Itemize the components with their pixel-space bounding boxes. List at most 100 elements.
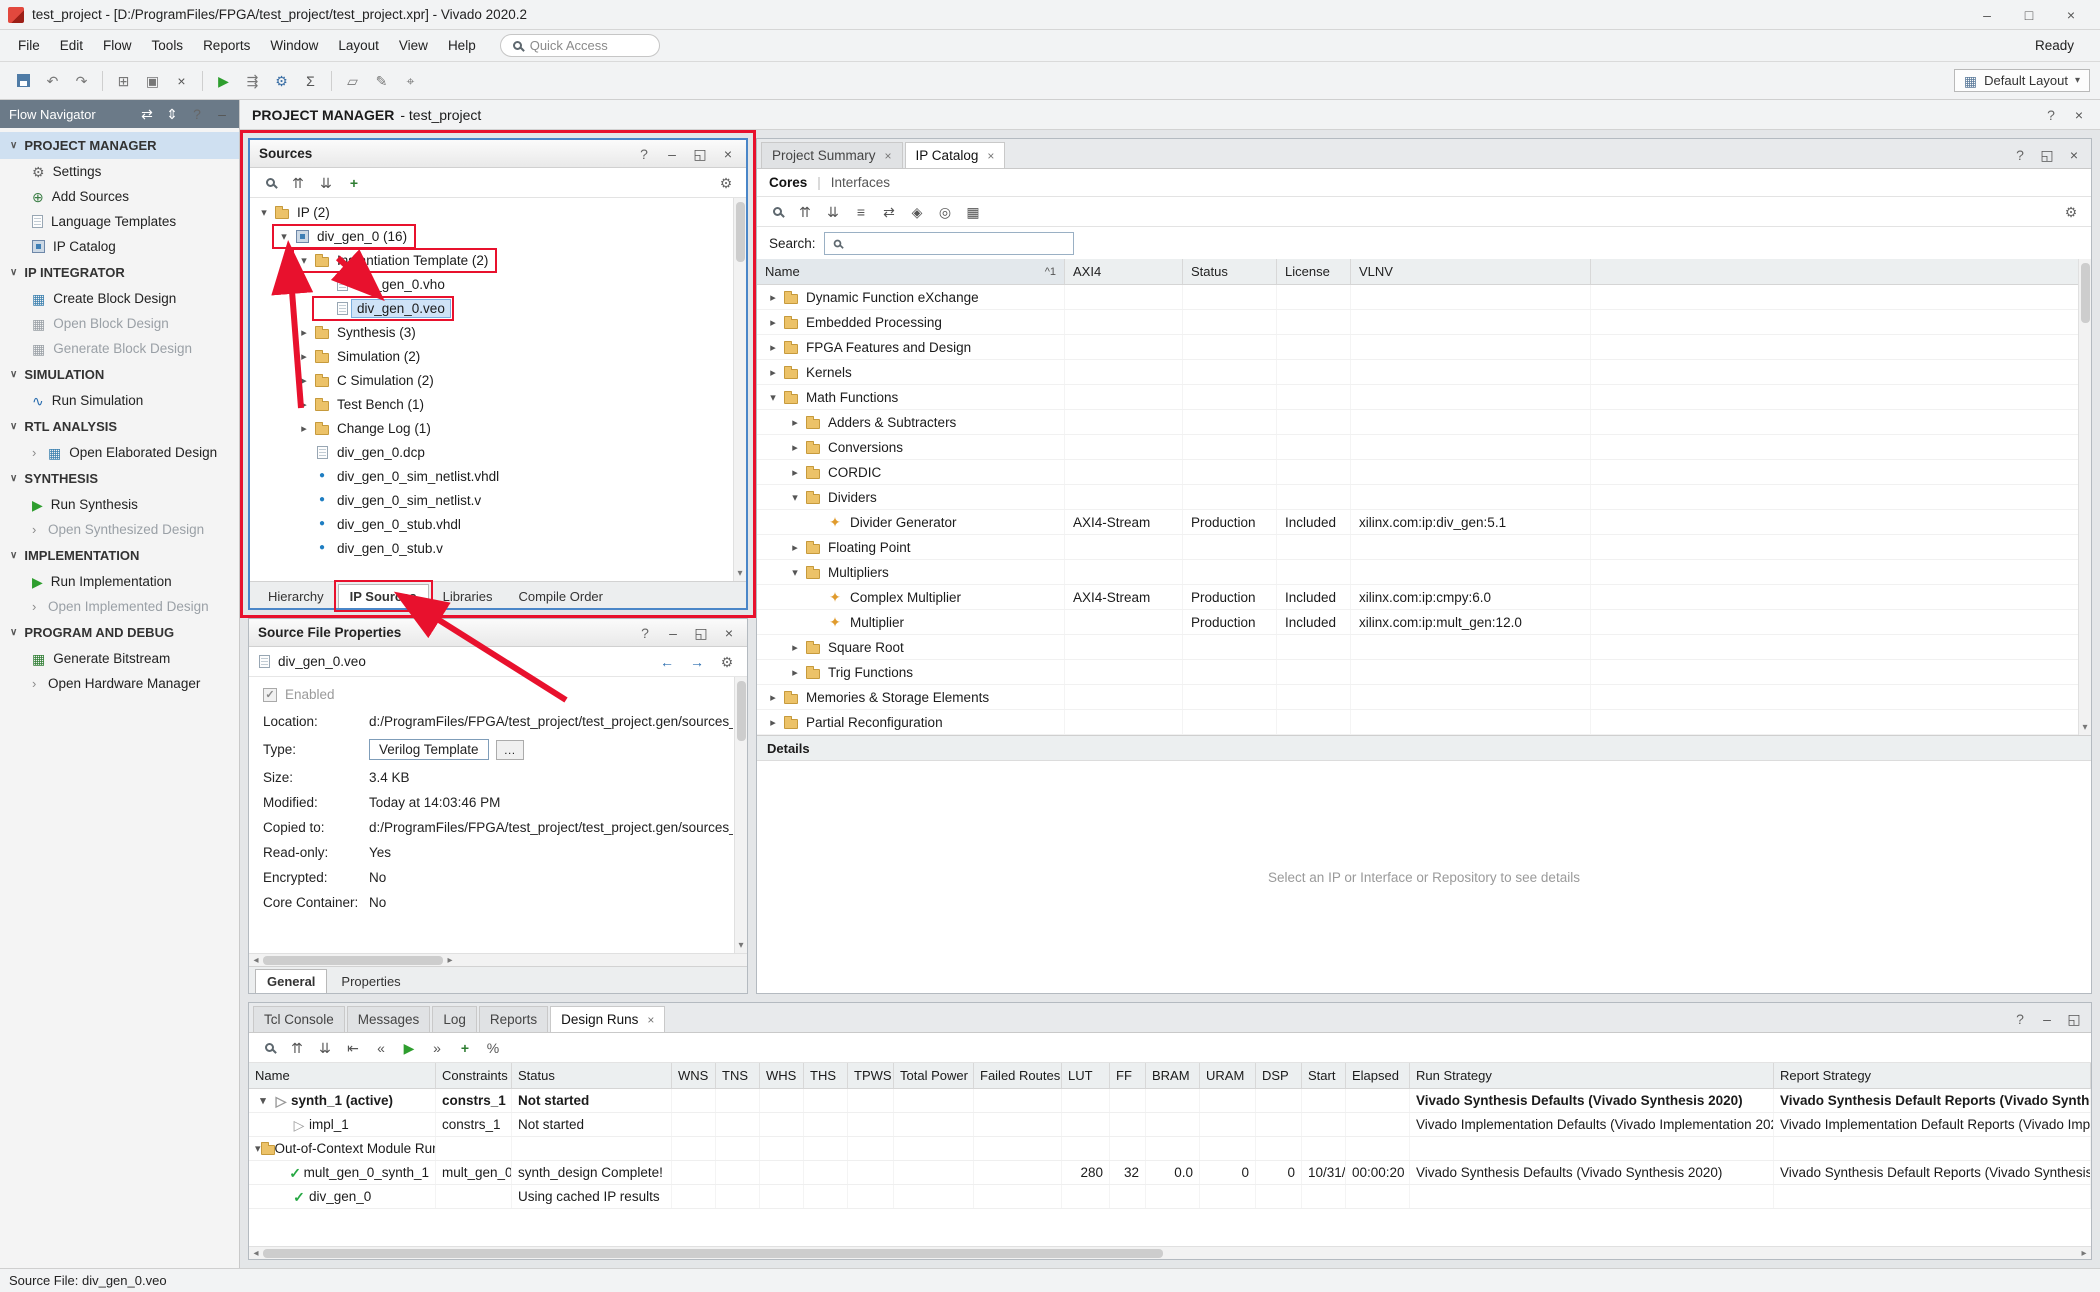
collapse-arrow-icon[interactable]: ▾	[276, 230, 292, 243]
tree-row[interactable]: ▾div_gen_0 (16)	[250, 224, 746, 248]
column-header-vlnv[interactable]: VLNV	[1351, 259, 1591, 284]
help-icon[interactable]: ?	[2011, 146, 2029, 164]
column-header-start[interactable]: Start	[1302, 1063, 1346, 1088]
flow-item-generate-block-design[interactable]: ▦Generate Block Design	[0, 336, 239, 361]
expand-arrow-icon[interactable]: ▸	[787, 416, 803, 429]
skip-to-start-icon[interactable]: ⇤	[341, 1036, 365, 1060]
scrollbar-thumb[interactable]	[736, 202, 745, 262]
dock-icon[interactable]: ⇕	[164, 106, 180, 122]
scroll-right-icon[interactable]: ▸	[443, 955, 457, 966]
copy-icon[interactable]: ▣	[139, 67, 166, 94]
tab-hierarchy[interactable]: Hierarchy	[256, 584, 336, 608]
expand-arrow-icon[interactable]: ▸	[787, 641, 803, 654]
tab-log[interactable]: Log	[432, 1006, 477, 1032]
expand-arrow-icon[interactable]: ▸	[765, 366, 781, 379]
flow-item-run-synthesis[interactable]: ▶Run Synthesis	[0, 492, 239, 517]
design-run-row[interactable]: ▾▷synth_1 (active)constrs_1Not startedVi…	[249, 1089, 2091, 1113]
flow-section-synthesis[interactable]: ∨SYNTHESIS	[0, 465, 239, 492]
help-icon[interactable]: ?	[2011, 1010, 2029, 1028]
column-header-status[interactable]: Status	[512, 1063, 672, 1088]
catalog-row[interactable]: ▸Conversions	[757, 435, 2091, 460]
search-icon[interactable]	[258, 171, 282, 195]
flow-item-open-hardware-manager[interactable]: ›Open Hardware Manager	[0, 671, 239, 696]
tree-row[interactable]: ▸Simulation (2)	[250, 344, 746, 368]
edit-icon[interactable]: ✎	[368, 67, 395, 94]
column-header-run-strategy[interactable]: Run Strategy	[1410, 1063, 1774, 1088]
design-run-row[interactable]: ▷impl_1constrs_1Not startedVivado Implem…	[249, 1113, 2091, 1137]
column-header-elapsed[interactable]: Elapsed	[1346, 1063, 1410, 1088]
collapse-arrow-icon[interactable]: ▾	[256, 206, 272, 219]
quick-access-search[interactable]: Quick Access	[500, 34, 660, 57]
flow-item-create-block-design[interactable]: ▦Create Block Design	[0, 286, 239, 311]
scrollbar-thumb[interactable]	[263, 1249, 1163, 1258]
sources-panel-header[interactable]: Sources ?–◱×	[250, 140, 746, 168]
save-icon[interactable]	[10, 67, 37, 94]
column-header-ff[interactable]: FF	[1110, 1063, 1146, 1088]
flow-item-open-block-design[interactable]: ▦Open Block Design	[0, 311, 239, 336]
tab-compile-order[interactable]: Compile Order	[506, 584, 615, 608]
vertical-scrollbar[interactable]: ▾	[733, 198, 746, 581]
menu-view[interactable]: View	[389, 33, 438, 58]
help-icon[interactable]: ?	[635, 145, 653, 163]
column-header-name[interactable]: Name	[249, 1063, 436, 1088]
catalog-row[interactable]: ▸FPGA Features and Design	[757, 335, 2091, 360]
vertical-scrollbar[interactable]: ▾	[734, 677, 747, 953]
flow-section-project-manager[interactable]: ∨PROJECT MANAGER	[0, 132, 239, 159]
search-icon[interactable]	[765, 200, 789, 224]
catalog-row[interactable]: ▸Embedded Processing	[757, 310, 2091, 335]
flow-section-rtl-analysis[interactable]: ∨RTL ANALYSIS	[0, 413, 239, 440]
tab-properties[interactable]: Properties	[329, 969, 412, 993]
flow-item-settings[interactable]: ⚙Settings	[0, 159, 239, 184]
interface-icon[interactable]: ⇄	[877, 200, 901, 224]
horizontal-scrollbar[interactable]: ◂ ▸	[249, 1246, 2091, 1259]
percent-icon[interactable]: %	[481, 1036, 505, 1060]
scrollbar-thumb[interactable]	[2081, 263, 2090, 323]
tab-general[interactable]: General	[255, 969, 327, 993]
flow-item-run-simulation[interactable]: ∿Run Simulation	[0, 388, 239, 413]
add-icon[interactable]: +	[453, 1036, 477, 1060]
menu-file[interactable]: File	[8, 33, 50, 58]
column-header-license[interactable]: License	[1277, 259, 1351, 284]
scroll-right-icon[interactable]: ▸	[2077, 1248, 2091, 1259]
collapse-arrow-icon[interactable]: ▾	[787, 566, 803, 579]
float-icon[interactable]: ◱	[691, 145, 709, 163]
chevron-right-icon[interactable]: ›	[32, 599, 40, 614]
flow-item-ip-catalog[interactable]: IP Catalog	[0, 234, 239, 259]
tree-row[interactable]: ▸C Simulation (2)	[250, 368, 746, 392]
collapse-arrow-icon[interactable]: ▾	[296, 254, 312, 267]
catalog-row[interactable]: ▾Multipliers	[757, 560, 2091, 585]
column-header-bram[interactable]: BRAM	[1146, 1063, 1200, 1088]
catalog-row[interactable]: ▸Partial Reconfiguration	[757, 710, 2091, 735]
add-icon[interactable]: +	[342, 171, 366, 195]
flow-item-add-sources[interactable]: ⊕Add Sources	[0, 184, 239, 209]
help-icon[interactable]: ?	[636, 624, 654, 642]
expand-arrow-icon[interactable]: ▸	[765, 316, 781, 329]
column-header-uram[interactable]: URAM	[1200, 1063, 1256, 1088]
catalog-row[interactable]: ▾Dividers	[757, 485, 2091, 510]
tree-row[interactable]: ●div_gen_0_stub.v	[250, 536, 746, 560]
target-icon[interactable]: ◎	[933, 200, 957, 224]
column-header-failed-routes[interactable]: Failed Routes	[974, 1063, 1062, 1088]
expand-all-icon[interactable]: ⇊	[821, 200, 845, 224]
flow-item-generate-bitstream[interactable]: ▦Generate Bitstream	[0, 646, 239, 671]
expand-all-icon[interactable]: ⇊	[314, 171, 338, 195]
chevron-right-icon[interactable]: ›	[32, 522, 40, 537]
minimize-icon[interactable]: –	[663, 145, 681, 163]
minimize-icon[interactable]: –	[1966, 1, 2008, 29]
catalog-row[interactable]: ▸Trig Functions	[757, 660, 2091, 685]
arrow-forward-icon[interactable]: →	[687, 652, 707, 672]
flow-navigator-header[interactable]: Flow Navigator ⇄⇕?–	[0, 100, 239, 128]
menu-edit[interactable]: Edit	[50, 33, 93, 58]
close-icon[interactable]: ×	[720, 624, 738, 642]
gear-icon[interactable]: ⚙	[714, 171, 738, 195]
tab-design-runs[interactable]: Design Runs×	[550, 1006, 665, 1032]
expand-arrow-icon[interactable]: ▸	[765, 291, 781, 304]
tab-messages[interactable]: Messages	[347, 1006, 431, 1032]
expand-arrow-icon[interactable]: ▸	[787, 441, 803, 454]
catalog-row[interactable]: ✦MultiplierProductionIncludedxilinx.com:…	[757, 610, 2091, 635]
tree-row[interactable]: div_gen_0.vho	[250, 272, 746, 296]
close-icon[interactable]: ×	[647, 1013, 654, 1027]
tab-reports[interactable]: Reports	[479, 1006, 548, 1032]
tree-row[interactable]: ●div_gen_0_sim_netlist.v	[250, 488, 746, 512]
gear-icon[interactable]: ⚙	[2059, 200, 2083, 224]
